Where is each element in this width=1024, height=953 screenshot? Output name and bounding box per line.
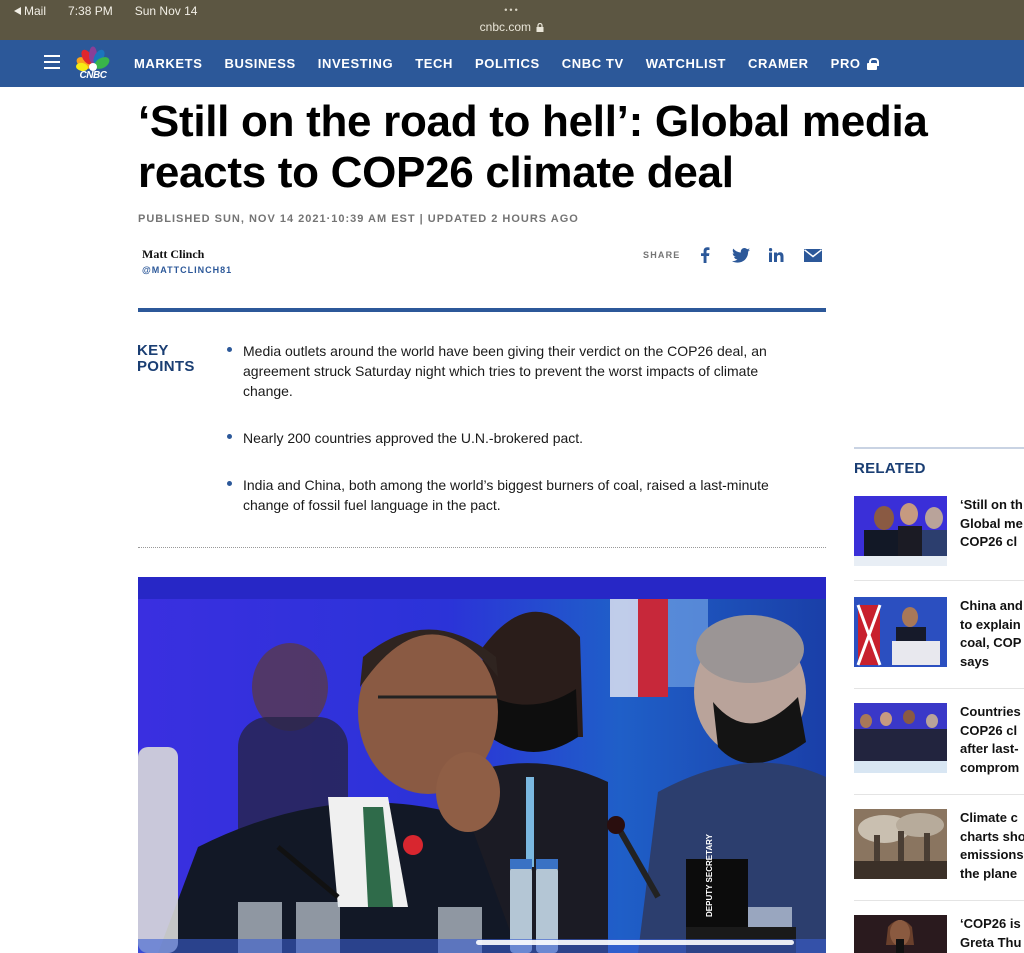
- article-hero-photo[interactable]: DEPUTY SECRETARY: [138, 577, 826, 953]
- home-indicator[interactable]: [476, 940, 794, 945]
- related-2-line-4: says: [960, 653, 989, 669]
- related-3-line-1: Countries: [960, 704, 1021, 719]
- lock-icon: [536, 22, 544, 32]
- pro-lock-icon: [866, 57, 879, 70]
- related-article-1[interactable]: ‘Still on th Global me COP26 cl: [854, 496, 1024, 566]
- nav-cramer[interactable]: CRAMER: [748, 56, 809, 71]
- key-point-item: Media outlets around the world have been…: [224, 341, 804, 401]
- related-4-line-1: Climate c: [960, 810, 1018, 825]
- nav-cnbc-tv[interactable]: CNBC TV: [562, 56, 624, 71]
- twitter-icon[interactable]: [731, 246, 751, 264]
- related-title-2: China and to explain coal, COP says: [960, 597, 1024, 671]
- related-separator: [854, 580, 1024, 581]
- related-thumb-5: [854, 915, 947, 953]
- key-points-divider: [138, 308, 826, 312]
- related-article-5[interactable]: ‘COP26 is Greta Thu: [854, 915, 1024, 953]
- key-points-label-line-1: KEY: [137, 342, 169, 359]
- related-article-2[interactable]: China and to explain coal, COP says: [854, 597, 1024, 669]
- related-5-line-2: Greta Thu: [960, 934, 1022, 950]
- related-2-line-2: to explain: [960, 616, 1021, 632]
- email-icon[interactable]: [803, 246, 823, 264]
- related-thumb-4: [854, 809, 947, 879]
- related-article-3[interactable]: Countries COP26 cl after last- comprom: [854, 703, 1024, 775]
- nav-pro-label: PRO: [830, 56, 861, 71]
- related-heading: RELATED: [854, 460, 926, 477]
- photo-placard-text: DEPUTY SECRETARY: [705, 833, 714, 917]
- related-thumb-3: [854, 703, 947, 773]
- related-separator: [854, 688, 1024, 689]
- multitasking-dots[interactable]: •••: [0, 5, 1024, 15]
- linkedin-icon[interactable]: [767, 246, 787, 264]
- related-article-4[interactable]: Climate c charts sho emissions the plane: [854, 809, 1024, 881]
- url-bar[interactable]: cnbc.com: [0, 20, 1024, 34]
- url-text: cnbc.com: [479, 20, 531, 34]
- key-points-label-line-2: POINTS: [137, 358, 195, 375]
- nav-investing[interactable]: INVESTING: [318, 56, 393, 71]
- publish-timestamp: PUBLISHED SUN, NOV 14 2021·10:39 AM EST …: [138, 213, 579, 225]
- related-5-line-1: ‘COP26 is: [960, 916, 1021, 931]
- nav-business[interactable]: BUSINESS: [224, 56, 295, 71]
- author-twitter-handle[interactable]: @MATTCLINCH81: [142, 265, 232, 275]
- peacock-icon: [76, 46, 110, 72]
- related-separator: [854, 794, 1024, 795]
- related-1-line-2: Global me: [960, 515, 1023, 531]
- logo-wordmark: CNBC: [79, 70, 107, 81]
- menu-icon[interactable]: [44, 55, 60, 69]
- author-block: Matt Clinch @MATTCLINCH81: [142, 247, 232, 275]
- related-title-1: ‘Still on th Global me COP26 cl: [960, 496, 1024, 552]
- facebook-icon[interactable]: [695, 246, 715, 264]
- headline-line-1: ‘Still on the road to hell’: Global medi…: [138, 97, 928, 146]
- nav-pro[interactable]: PRO: [830, 56, 879, 71]
- share-bar: SHARE: [643, 246, 839, 264]
- related-top-rule: [854, 447, 1024, 449]
- related-4-line-3: emissions: [960, 847, 1024, 862]
- key-points-end-divider: [138, 547, 826, 548]
- related-4-line-4: the plane: [960, 865, 1018, 881]
- related-separator: [854, 900, 1024, 901]
- related-4-line-2: charts sho: [960, 828, 1024, 844]
- related-title-4: Climate c charts sho emissions the plane: [960, 809, 1024, 883]
- key-point-item: India and China, both among the world’s …: [224, 475, 804, 515]
- related-3-line-4: comprom: [960, 759, 1020, 775]
- site-navigation: CNBC MARKETS BUSINESS INVESTING TECH POL…: [0, 40, 1024, 87]
- cop26-delegates-photo: DEPUTY SECRETARY: [138, 577, 826, 953]
- related-title-5: ‘COP26 is Greta Thu: [960, 915, 1024, 952]
- nav-tech[interactable]: TECH: [415, 56, 453, 71]
- related-3-line-3: after last-: [960, 741, 1019, 756]
- related-1-line-1: ‘Still on th: [960, 497, 1023, 512]
- related-title-3: Countries COP26 cl after last- comprom: [960, 703, 1024, 777]
- key-points-label: KEY POINTS: [137, 343, 195, 375]
- related-1-line-3: COP26 cl: [960, 534, 1018, 549]
- nav-politics[interactable]: POLITICS: [475, 56, 540, 71]
- related-3-line-2: COP26 cl: [960, 722, 1018, 738]
- share-label: SHARE: [643, 250, 681, 260]
- related-thumb-2: [854, 597, 947, 667]
- related-thumb-1: [854, 496, 947, 566]
- ios-status-bar: Mail 7:38 PM Sun Nov 14 ••• cnbc.com: [0, 0, 1024, 40]
- nav-markets[interactable]: MARKETS: [134, 56, 202, 71]
- related-2-line-1: China and: [960, 598, 1023, 613]
- headline-line-2: reacts to COP26 climate deal: [138, 148, 734, 197]
- key-point-item: Nearly 200 countries approved the U.N.-b…: [224, 428, 804, 448]
- key-points-list: Media outlets around the world have been…: [224, 341, 804, 542]
- nav-items: MARKETS BUSINESS INVESTING TECH POLITICS…: [134, 40, 879, 87]
- article-headline: ‘Still on the road to hell’: Global medi…: [138, 96, 1024, 198]
- author-name[interactable]: Matt Clinch: [142, 247, 232, 262]
- nav-watchlist[interactable]: WATCHLIST: [646, 56, 726, 71]
- related-2-line-3: coal, COP: [960, 635, 1022, 650]
- cnbc-logo[interactable]: CNBC: [73, 46, 113, 82]
